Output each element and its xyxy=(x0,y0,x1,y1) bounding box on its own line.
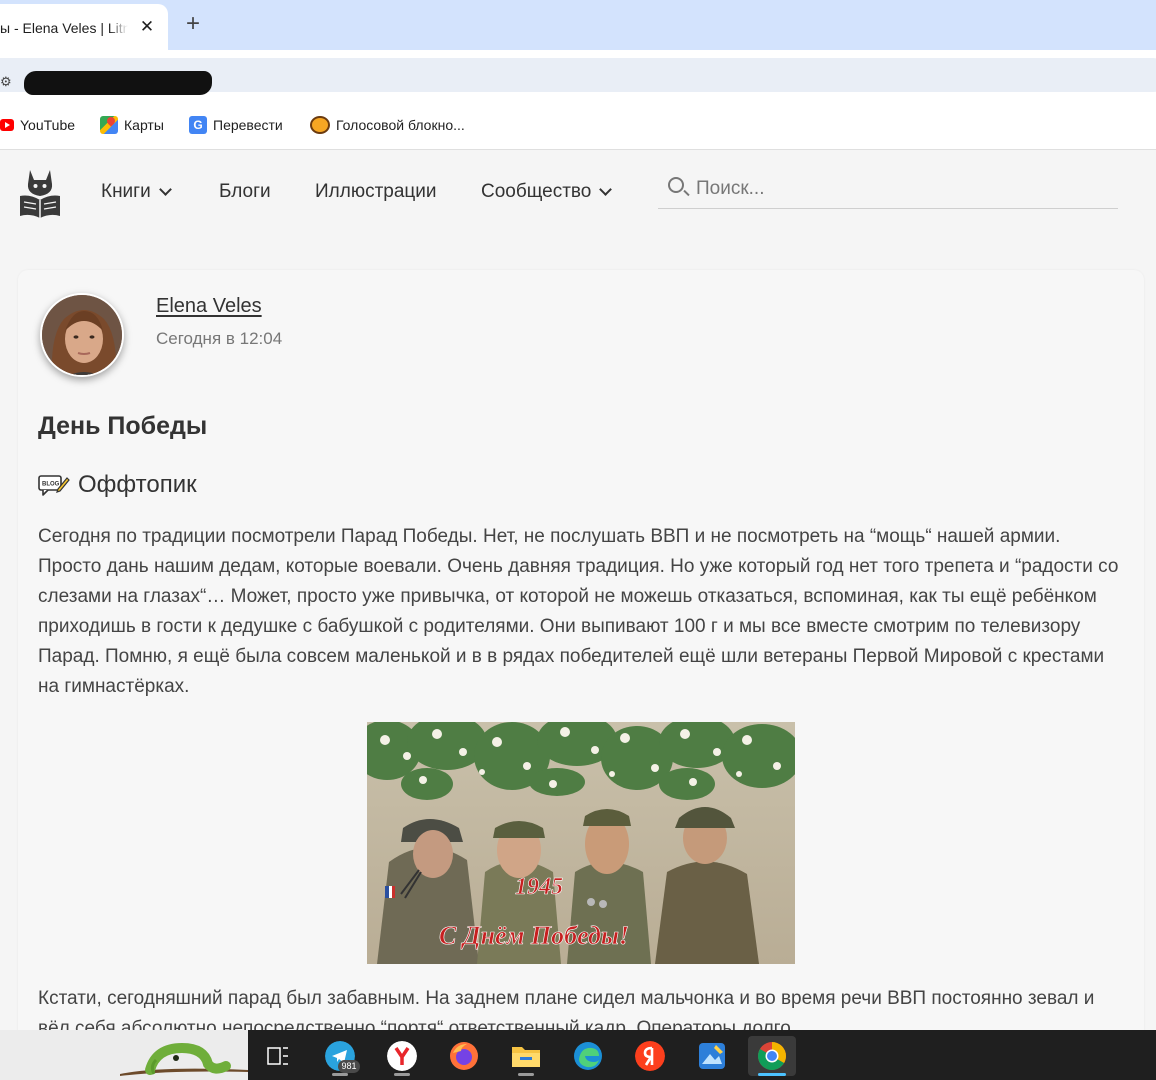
chevron-down-icon xyxy=(158,183,172,196)
post-title: День Победы xyxy=(38,412,208,440)
post-category-label: Оффтопик xyxy=(78,471,197,498)
nav-books-label: Книги xyxy=(101,181,151,202)
paint-icon xyxy=(699,1043,725,1069)
taskbar-firefox[interactable] xyxy=(440,1036,488,1076)
browser-tab-active[interactable]: ы - Elena Veles | Litnet ✕ xyxy=(0,4,168,50)
running-indicator xyxy=(518,1073,534,1076)
post-timestamp: Сегодня в 12:04 xyxy=(156,329,283,348)
youtube-icon xyxy=(0,119,14,131)
nav-blogs[interactable]: Блоги xyxy=(219,181,271,203)
search-input[interactable] xyxy=(696,175,1096,203)
yandex-browser-icon xyxy=(387,1041,417,1071)
author-photo xyxy=(42,295,122,375)
blog-icon: BLOG xyxy=(38,475,70,496)
taskbar-yandex-browser[interactable] xyxy=(378,1036,426,1076)
running-indicator xyxy=(394,1073,410,1076)
cat-reading-book-logo-icon[interactable] xyxy=(16,166,64,218)
telegram-unread-badge: 981 xyxy=(338,1060,360,1073)
maps-icon xyxy=(100,116,118,134)
bookmark-maps[interactable]: Карты xyxy=(100,114,164,136)
bookmark-youtube[interactable]: YouTube xyxy=(0,114,75,136)
taskbar-yandex[interactable] xyxy=(626,1036,674,1076)
nav-community[interactable]: Сообщество xyxy=(481,181,613,203)
nav-illustrations-label: Иллюстрации xyxy=(315,181,437,202)
nav-blogs-label: Блоги xyxy=(219,181,271,202)
site-header: Книги Блоги Иллюстрации Сообщество xyxy=(0,151,1156,231)
bookmark-voice-notepad[interactable]: Голосовой блокно... xyxy=(310,114,465,136)
tab-close-icon[interactable]: ✕ xyxy=(137,17,157,37)
running-indicator xyxy=(332,1073,348,1076)
taskbar-telegram[interactable]: 981 xyxy=(316,1036,364,1076)
victory-day-picture: 1945 С Днём Победы! xyxy=(367,722,795,964)
bookmark-translate[interactable]: G Перевести xyxy=(189,114,283,136)
taskbar-edge[interactable] xyxy=(564,1036,612,1076)
post-paragraph: Сегодня по традиции посмотрели Парад Поб… xyxy=(38,526,1119,697)
windows-taskbar: 981 xyxy=(248,1030,1156,1080)
taskbar-widget[interactable] xyxy=(0,1030,248,1080)
nav-community-label: Сообщество xyxy=(481,181,592,202)
taskbar-chrome[interactable] xyxy=(748,1036,796,1076)
new-tab-button[interactable]: + xyxy=(180,11,206,37)
translate-icon: G xyxy=(189,116,207,134)
bookmarks-bar: YouTube Карты G Перевести Голосовой блок… xyxy=(0,100,1156,150)
chrome-icon xyxy=(758,1042,786,1070)
bookmark-label: Голосовой блокно... xyxy=(336,117,465,133)
bookmark-label: YouTube xyxy=(20,117,76,133)
nav-books[interactable]: Книги xyxy=(101,181,172,203)
file-explorer-icon xyxy=(512,1047,540,1067)
victory-day-image[interactable]: 1945 С Днём Победы! xyxy=(367,722,795,964)
site-info-icon[interactable]: ⚙ xyxy=(0,74,12,89)
edge-icon xyxy=(574,1042,602,1070)
task-view-icon xyxy=(267,1047,288,1065)
bookmark-label: Карты xyxy=(124,117,164,133)
image-year-text: 1945 xyxy=(515,874,563,900)
taskbar-file-explorer[interactable] xyxy=(502,1036,550,1076)
firefox-icon xyxy=(450,1042,478,1070)
blog-post-card: Elena Veles Сегодня в 12:04 День Победы … xyxy=(18,270,1144,1080)
author-avatar[interactable] xyxy=(40,293,124,377)
svg-text:BLOG: BLOG xyxy=(42,482,60,488)
redacted-url xyxy=(24,71,212,95)
task-view-button[interactable] xyxy=(254,1036,302,1076)
author-name-link[interactable]: Elena Veles xyxy=(156,295,262,318)
search-icon[interactable] xyxy=(668,177,684,193)
voice-notepad-icon xyxy=(310,116,330,134)
bookmark-label: Перевести xyxy=(213,117,283,133)
site-search xyxy=(658,171,1118,209)
taskbar-paint[interactable] xyxy=(688,1036,736,1076)
browser-tab-strip: ы - Elena Veles | Litnet ✕ + xyxy=(0,0,1156,50)
active-indicator xyxy=(758,1073,786,1076)
nav-illustrations[interactable]: Иллюстрации xyxy=(315,181,437,203)
image-greeting-text: С Днём Победы! xyxy=(439,921,629,950)
post-category[interactable]: BLOG Оффтопик xyxy=(38,470,197,500)
chameleon-widget-icon xyxy=(120,1042,248,1076)
tab-title: ы - Elena Veles | Litnet xyxy=(0,20,128,36)
chevron-down-icon xyxy=(599,183,613,196)
yandex-icon xyxy=(635,1041,665,1071)
